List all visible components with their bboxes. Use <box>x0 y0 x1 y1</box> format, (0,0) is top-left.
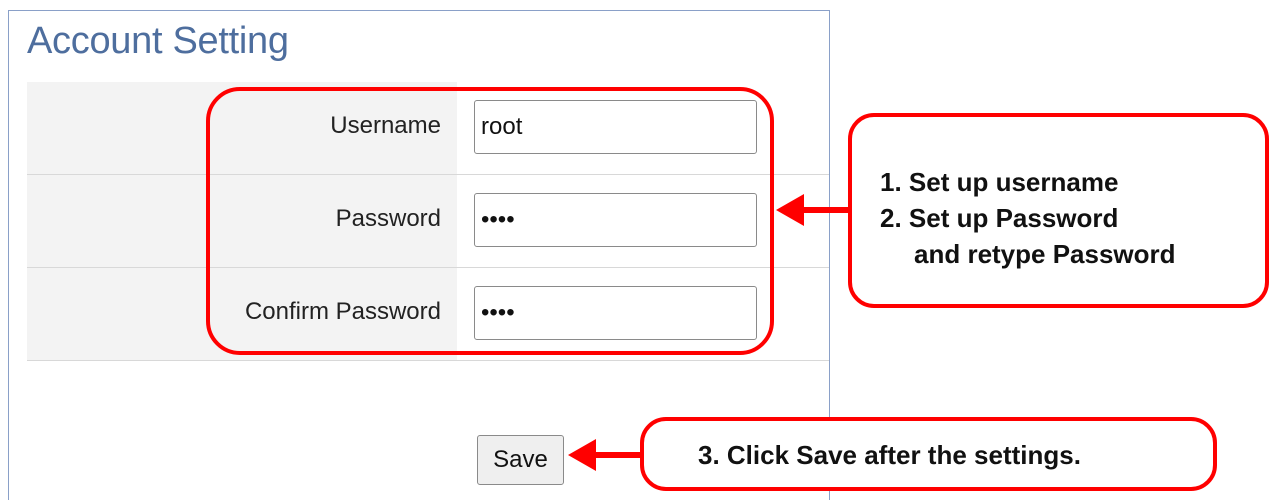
callout-step-3: 3. Click Save after the settings. <box>698 440 1081 470</box>
callout-step-1: 1. Set up username <box>880 167 1119 197</box>
save-button[interactable]: Save <box>477 435 564 485</box>
fields-highlight-outline <box>206 87 774 355</box>
callout-click-save: 3. Click Save after the settings. <box>640 417 1217 491</box>
callout-step-2-continued: and retype Password <box>914 239 1176 269</box>
callout-step-2: 2. Set up Password <box>880 203 1119 233</box>
row-divider <box>27 360 829 361</box>
callout-setup-credentials: 1. Set up username 2. Set up Password an… <box>848 113 1269 308</box>
page-title: Account Setting <box>27 20 289 62</box>
